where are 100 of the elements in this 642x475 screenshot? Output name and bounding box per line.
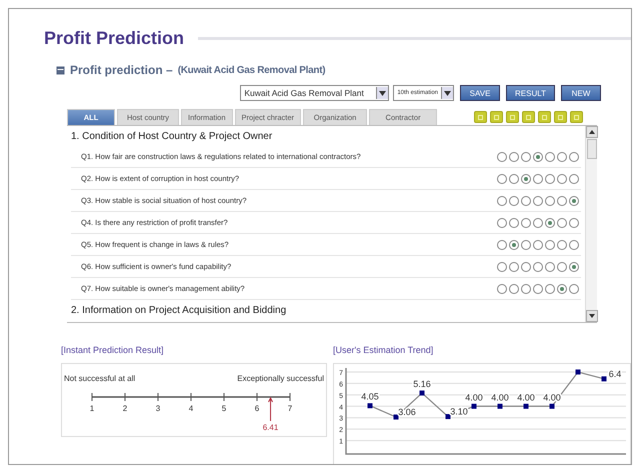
data-point — [420, 390, 424, 396]
radio-button[interactable] — [497, 284, 507, 294]
radio-button[interactable] — [545, 196, 555, 206]
radio-button[interactable] — [557, 262, 567, 272]
radio-button[interactable] — [533, 174, 543, 184]
radio-button[interactable] — [497, 218, 507, 228]
data-point — [576, 370, 580, 374]
radio-button[interactable] — [569, 174, 579, 184]
data-label: 6.4 — [608, 368, 622, 379]
radio-button[interactable] — [557, 218, 567, 228]
radio-button[interactable] — [509, 152, 519, 162]
square-icon — [494, 114, 499, 120]
new-button[interactable]: NEW — [561, 85, 601, 101]
radio-button[interactable] — [545, 284, 555, 294]
page-button[interactable] — [522, 111, 535, 123]
radio-button[interactable] — [569, 262, 579, 272]
data-point — [524, 404, 528, 409]
square-icon — [478, 114, 483, 120]
radio-button[interactable] — [521, 262, 531, 272]
radio-button[interactable] — [509, 262, 519, 272]
radio-button[interactable] — [497, 152, 507, 162]
radio-button[interactable] — [509, 218, 519, 228]
page-button[interactable] — [538, 111, 551, 123]
radio-button[interactable] — [557, 196, 567, 206]
page-button[interactable] — [474, 111, 487, 123]
radio-button[interactable] — [533, 240, 543, 250]
scale-tick-label: 4 — [188, 404, 194, 413]
scale-low-label: Not successful at all — [64, 374, 136, 383]
scale-tick-label: 3 — [156, 404, 160, 413]
radio-button[interactable] — [497, 240, 507, 250]
section-title: Profit prediction – — [70, 63, 173, 77]
project-name: (Kuwait Acid Gas Removal Plant) — [178, 64, 326, 76]
scale-tick-label: 7 — [288, 404, 292, 413]
radio-button[interactable] — [557, 152, 567, 162]
radio-button[interactable] — [497, 196, 507, 206]
radio-button[interactable] — [545, 174, 555, 184]
radio-button[interactable] — [521, 284, 531, 294]
radio-button[interactable] — [509, 240, 519, 250]
scrollbar-thumb[interactable] — [587, 139, 597, 159]
radio-button[interactable] — [545, 240, 555, 250]
scale-tick-label: 2 — [122, 404, 128, 413]
radio-button[interactable] — [533, 218, 543, 228]
section-heading: 2. Information on Project Acquisition and Bidding — [71, 304, 288, 318]
radio-button[interactable] — [569, 196, 579, 206]
radio-button[interactable] — [545, 218, 555, 228]
data-label: 4.00 — [517, 392, 535, 402]
data-point — [368, 403, 372, 408]
radio-button[interactable] — [569, 218, 579, 228]
scale-tick-label: 5 — [222, 404, 226, 413]
document-icon — [56, 66, 65, 74]
radio-button[interactable] — [521, 240, 531, 250]
data-point — [498, 404, 502, 409]
radio-button[interactable] — [497, 174, 507, 184]
result-value: 6.41 — [262, 423, 278, 432]
data-label: 5.16 — [413, 379, 431, 390]
caret-icon — [588, 314, 594, 318]
radio-button[interactable] — [545, 262, 555, 272]
caret-icon — [379, 90, 386, 96]
radio-button[interactable] — [509, 284, 519, 294]
data-point — [394, 414, 398, 420]
radio-button[interactable] — [557, 174, 567, 184]
result-button[interactable]: RESULT — [506, 85, 555, 101]
radio-button[interactable] — [521, 218, 531, 228]
radio-button[interactable] — [557, 240, 567, 250]
radio-button[interactable] — [509, 196, 519, 206]
radio-button[interactable] — [569, 152, 579, 162]
data-point — [446, 414, 450, 420]
page-button[interactable] — [554, 111, 567, 123]
radio-button[interactable] — [533, 152, 543, 162]
scale-high-label: Exceptionally successful — [237, 374, 324, 383]
radio-button[interactable] — [569, 240, 579, 250]
scroll-down-button[interactable] — [586, 310, 598, 322]
radio-button[interactable] — [497, 262, 507, 272]
radio-button[interactable] — [533, 262, 543, 272]
caret-icon — [444, 90, 452, 96]
scroll-up-button[interactable] — [586, 126, 598, 138]
panel-title: [User's Estimation Trend] — [333, 345, 434, 357]
scale-tick-label: 6 — [254, 404, 260, 413]
radio-button[interactable] — [545, 152, 555, 162]
radio-button[interactable] — [509, 174, 519, 184]
data-label: 4.00 — [491, 392, 509, 402]
radio-button[interactable] — [521, 152, 531, 162]
section-heading: 1. Condition of Host Country & Project Owner — [71, 130, 274, 144]
square-icon — [542, 114, 547, 120]
data-point — [472, 404, 476, 409]
radio-button[interactable] — [521, 174, 531, 184]
data-label: 4.00 — [465, 392, 483, 402]
panel-title: [Instant Prediction Result] — [61, 345, 165, 357]
save-button[interactable]: SAVE — [460, 85, 500, 101]
radio-button[interactable] — [557, 284, 567, 294]
radio-button[interactable] — [533, 284, 543, 294]
square-icon — [558, 114, 563, 120]
radio-button[interactable] — [521, 196, 531, 206]
data-point — [550, 404, 554, 409]
radio-button[interactable] — [569, 284, 579, 294]
project-dropdown[interactable]: Kuwait Acid Gas Removal Plant — [240, 85, 390, 101]
page-button[interactable] — [506, 111, 519, 123]
page-button[interactable] — [490, 111, 503, 123]
radio-button[interactable] — [533, 196, 543, 206]
data-label: 4.05 — [361, 392, 379, 402]
